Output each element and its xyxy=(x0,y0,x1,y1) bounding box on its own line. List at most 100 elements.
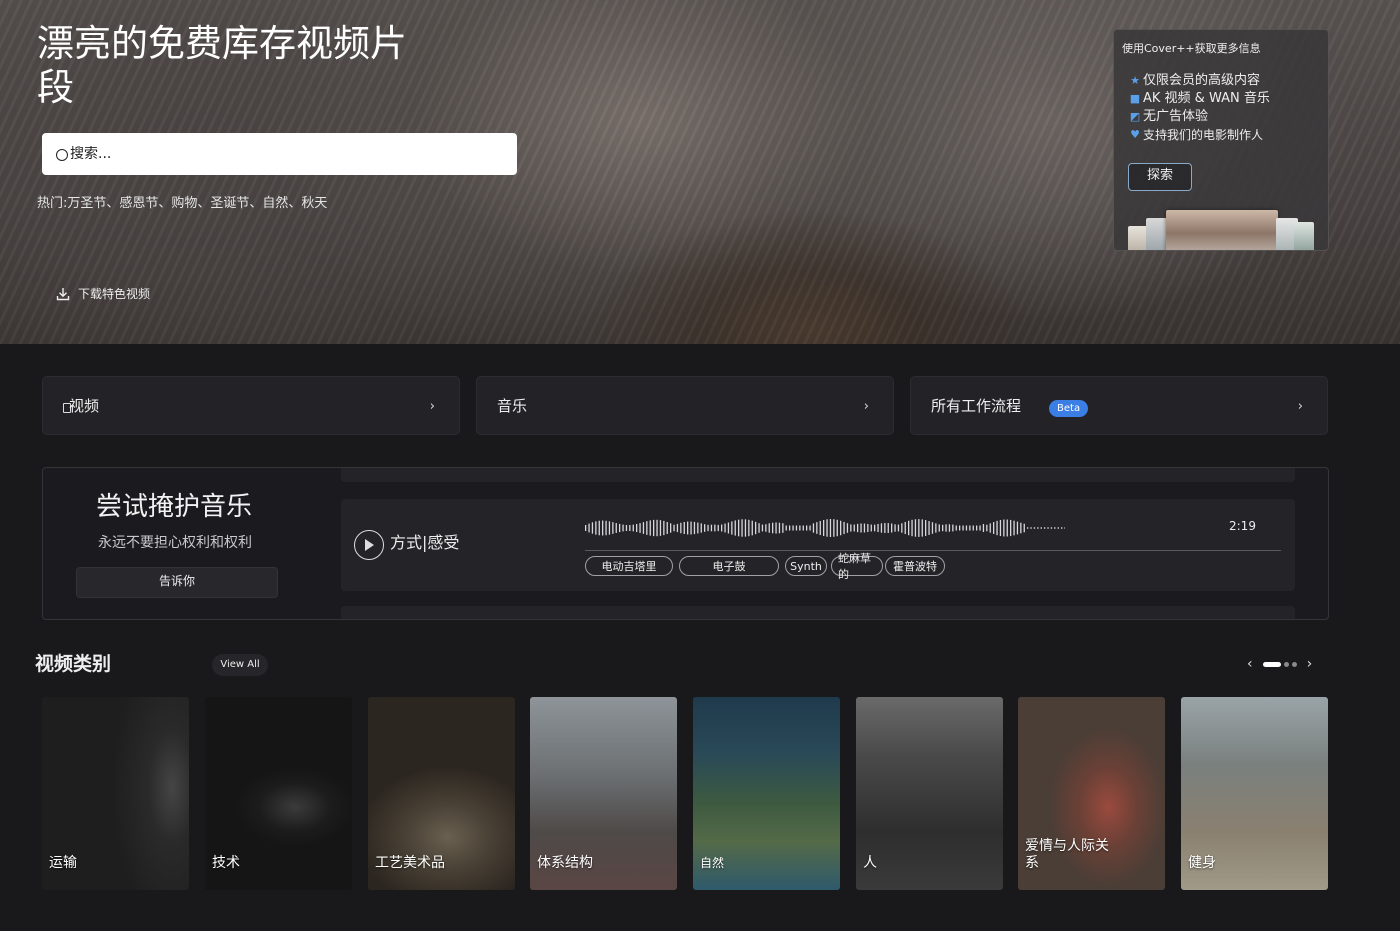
waveform-bar xyxy=(979,525,981,531)
waveform-bar xyxy=(836,519,838,537)
search-input[interactable] xyxy=(70,146,490,162)
waveform-bar xyxy=(867,523,869,533)
waveform-bar xyxy=(704,524,706,532)
waveform-bar xyxy=(823,519,825,537)
track-name: 方式|感受 xyxy=(390,533,460,552)
waveform-bar xyxy=(806,525,808,531)
waveform-bar xyxy=(765,524,767,532)
search-bar[interactable] xyxy=(42,133,517,175)
category-card-transport[interactable]: 运输 xyxy=(42,697,189,890)
waveform-bar xyxy=(1010,519,1012,537)
star-icon: ★ xyxy=(1130,74,1140,87)
waveform-bar xyxy=(782,523,784,533)
waveform-bar xyxy=(931,522,934,534)
category-card-architecture[interactable]: 体系结构 xyxy=(530,697,677,890)
download-label: 下载特色视频 xyxy=(78,287,151,301)
waveform-bar xyxy=(676,523,679,533)
track-item-partial xyxy=(341,468,1295,482)
waveform-bar xyxy=(666,522,668,534)
waveform-bar xyxy=(1040,527,1042,529)
chevron-right-icon[interactable]: › xyxy=(1307,656,1313,672)
track-tag[interactable]: 电子鼓 xyxy=(679,556,779,576)
promo-item: ◩ 无广告体验 xyxy=(1129,109,1209,124)
waveform-bar xyxy=(625,524,628,532)
chevron-left-icon[interactable]: ‹ xyxy=(1247,656,1253,672)
waveform-bar xyxy=(1023,523,1025,533)
nav-card-video[interactable]: 视频 › xyxy=(42,376,460,435)
explore-button[interactable]: 探索 xyxy=(1128,163,1192,191)
category-card-fitness[interactable]: 健身 xyxy=(1181,697,1328,890)
waveform-bar xyxy=(908,520,910,536)
waveform-bar xyxy=(846,523,849,533)
waveform-bar xyxy=(1030,527,1032,529)
track-tag[interactable]: 霍普波特 xyxy=(885,556,945,576)
nav-card-label: 所有工作流程 xyxy=(931,397,1022,415)
nav-card-workflows[interactable]: 所有工作流程 Beta › xyxy=(910,376,1328,435)
music-track[interactable]: 方式|感受 2:19 电动吉塔里 电子鼓 Synth 蛇麻草的 霍普波特 xyxy=(341,499,1295,591)
waveform-bar xyxy=(819,520,821,536)
carousel-dots xyxy=(1262,661,1297,667)
waveform-bar xyxy=(659,520,662,536)
waveform-bar xyxy=(636,524,638,532)
category-label: 人 xyxy=(863,855,877,871)
nav-card-music[interactable]: 音乐 › xyxy=(476,376,894,435)
waveform-bar xyxy=(724,523,726,533)
promo-item: ★ 仅限会员的高级内容 xyxy=(1128,72,1270,90)
waveform-bar xyxy=(619,523,621,533)
waveform-bar xyxy=(717,524,719,532)
category-label: 自然 xyxy=(700,856,725,870)
waveform-bar xyxy=(738,519,740,537)
category-card-nature[interactable]: 自然 xyxy=(693,697,840,890)
waveform-bar xyxy=(585,525,587,531)
waveform-bar xyxy=(690,521,692,535)
nav-card-label: 视频 xyxy=(69,397,100,415)
waveform-bar xyxy=(612,522,614,534)
category-label: 体系结构 xyxy=(537,855,593,871)
waveform-bar xyxy=(914,519,917,537)
waveform-bar xyxy=(884,523,886,533)
waveform-bar xyxy=(874,524,876,532)
waveform-bar xyxy=(962,525,964,531)
waveform-bar xyxy=(826,519,828,537)
promo-item: ♥ 支持我们的电影制作人 xyxy=(1128,126,1270,144)
waveform[interactable] xyxy=(585,517,1065,539)
track-tag[interactable]: 电动吉塔里 xyxy=(585,556,673,576)
waveform-bar xyxy=(687,521,689,535)
category-card-technology[interactable]: 技术 xyxy=(205,697,352,890)
waveform-bar xyxy=(887,523,889,533)
track-tag[interactable]: Synth xyxy=(785,556,827,576)
waveform-bar xyxy=(639,523,641,533)
waveform-bar xyxy=(809,525,811,531)
popular-searches[interactable]: 热门:万圣节、感恩节、购物、圣诞节、自然、秋天 xyxy=(37,192,327,211)
track-tag[interactable]: 蛇麻草的 xyxy=(831,552,883,581)
waveform-bar xyxy=(938,524,940,532)
waveform-bar xyxy=(605,520,607,536)
waveform-bar xyxy=(1047,527,1049,529)
tell-me-button[interactable]: 告诉你 xyxy=(76,567,278,598)
category-card-love[interactable]: 爱情与人际关系 xyxy=(1018,697,1165,890)
waveform-bar xyxy=(897,524,900,532)
music-promo-section: 尝试掩护音乐 永远不要担心权利和权利 告诉你 方式|感受 2:19 电动吉塔里 … xyxy=(42,467,1329,620)
hero-title: 漂亮的免费库存视频片段 xyxy=(37,22,407,109)
waveform-bar xyxy=(734,520,736,536)
promo-card: 使用Cover++获取更多信息 ★ 仅限会员的高级内容 ■ AK 视频 & WAN … xyxy=(1113,29,1329,251)
play-icon[interactable] xyxy=(354,530,384,560)
waveform-bar xyxy=(653,519,655,537)
waveform-bar xyxy=(955,525,957,531)
waveform-bar xyxy=(1016,521,1019,535)
waveform-bar xyxy=(965,525,968,531)
music-icon: ■ xyxy=(1129,92,1141,105)
waveform-bar xyxy=(1061,527,1063,529)
download-featured-video[interactable]: 下载特色视频 xyxy=(56,285,150,302)
promo-item: ■ AK 视频 & WAN 音乐 xyxy=(1129,91,1270,106)
waveform-bar xyxy=(1003,519,1005,537)
waveform-bar xyxy=(986,524,988,532)
category-card-people[interactable]: 人 xyxy=(856,697,1003,890)
waveform-bar xyxy=(707,524,709,532)
view-all-button[interactable]: View All xyxy=(212,654,268,676)
category-card-crafts[interactable]: 工艺美术品 xyxy=(368,697,515,890)
waveform-bar xyxy=(921,519,923,537)
waveform-bar xyxy=(680,522,682,534)
track-progress-bar[interactable] xyxy=(585,550,1281,551)
category-label: 爱情与人际关系 xyxy=(1025,838,1109,871)
